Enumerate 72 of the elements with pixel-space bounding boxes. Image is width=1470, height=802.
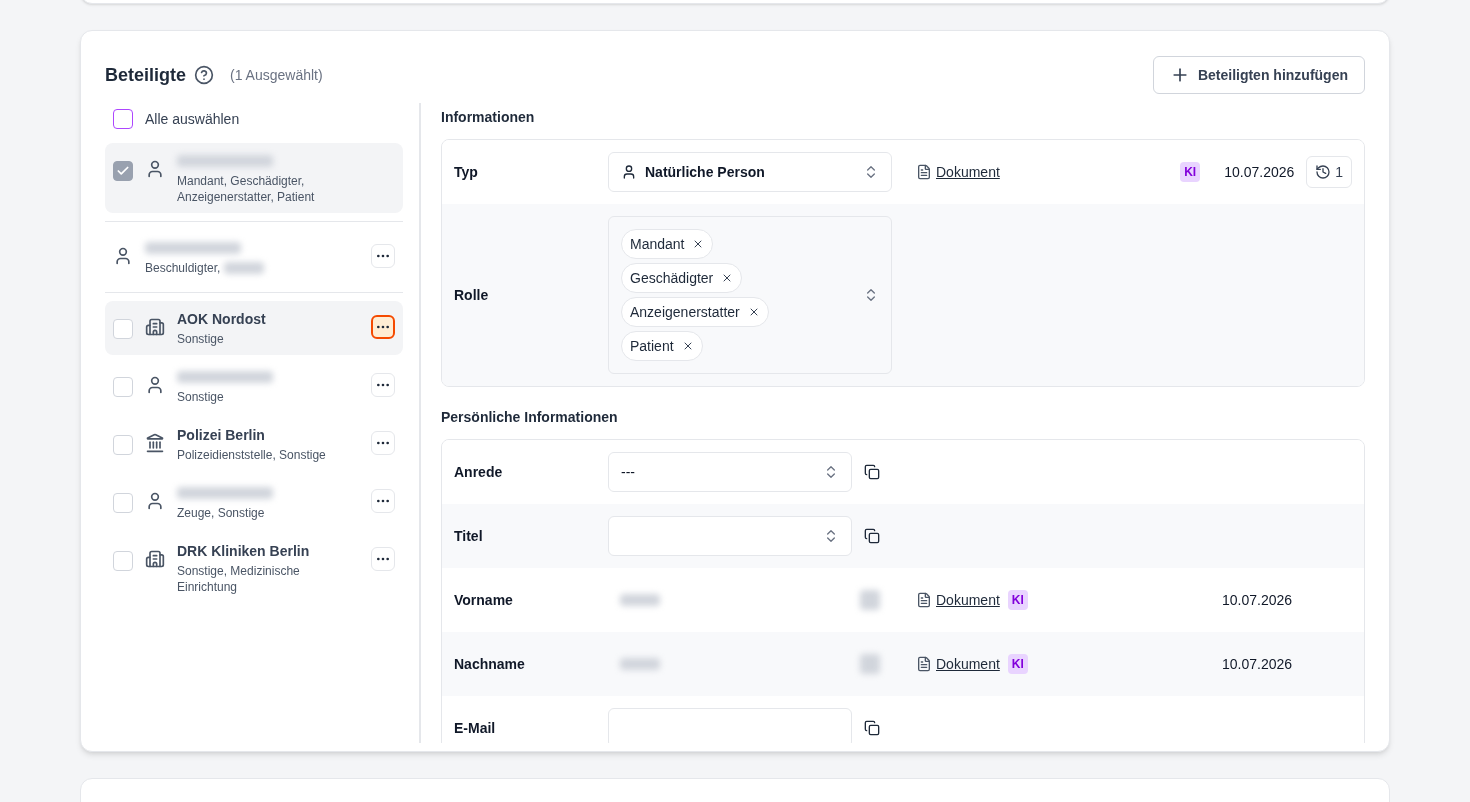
field-label: Anrede: [454, 463, 504, 482]
check-icon: [116, 164, 130, 178]
document-link[interactable]: Dokument: [916, 590, 1000, 610]
participant-roles: Sonstige: [177, 389, 224, 405]
more-button[interactable]: [371, 315, 395, 339]
row-checkbox[interactable]: [113, 493, 133, 513]
select-all-label: Alle auswählen: [145, 110, 240, 129]
row-checkbox[interactable]: [113, 435, 133, 455]
document-link[interactable]: Dokument: [916, 162, 1000, 182]
help-icon[interactable]: [194, 65, 215, 85]
participant-item[interactable]: Mandant, Geschädigter, Anzeigenerstatter, Patient: [105, 143, 403, 213]
participant-roles: Sonstige: [177, 331, 224, 347]
select-field[interactable]: Natürliche Person: [608, 152, 892, 192]
tags-field[interactable]: Mandant Geschädigter Anzeigenerstatter Patient: [608, 216, 892, 374]
copy-icon[interactable]: [864, 464, 880, 480]
role-tag[interactable]: Geschädigter: [621, 263, 743, 293]
role-tag[interactable]: Mandant: [621, 229, 714, 259]
input-field[interactable]: [608, 708, 852, 743]
field-label: Vorname: [454, 591, 514, 610]
add-participant-button[interactable]: Beteiligten hinzufügen: [1152, 56, 1365, 94]
date-text: 10.07.2026: [1224, 163, 1295, 182]
copy-icon[interactable]: [864, 528, 880, 544]
redacted-value: [620, 658, 660, 670]
document-icon: [916, 656, 932, 672]
history-icon: [1315, 164, 1332, 180]
field-label: E-Mail: [454, 719, 497, 738]
select-all-checkbox[interactable]: [113, 109, 133, 129]
section-title: Informationen: [441, 108, 536, 127]
card-title: Beteiligte: [105, 64, 187, 87]
participant-name: Polizei Berlin: [177, 426, 266, 445]
participant-roles: Beschuldigter,: [145, 260, 221, 276]
date-text: 10.07.2026: [1222, 591, 1292, 610]
person-icon: [145, 491, 165, 511]
redacted-icon: [860, 654, 880, 674]
participant-item[interactable]: AOK Nordost Sonstige: [105, 301, 403, 355]
copy-icon[interactable]: [864, 720, 880, 736]
person-icon: [145, 375, 165, 395]
document-icon: [916, 592, 932, 608]
row-checkbox[interactable]: [113, 377, 133, 397]
row-checkbox[interactable]: [113, 161, 133, 181]
person-icon: [145, 159, 165, 179]
document-link[interactable]: Dokument: [916, 654, 1000, 674]
history-button[interactable]: 1: [1306, 156, 1352, 188]
person-icon: [113, 246, 133, 266]
building-icon: [145, 549, 165, 569]
role-tag[interactable]: Patient: [621, 331, 703, 361]
section-title: Persönliche Informationen: [441, 408, 619, 427]
participant-name: AOK Nordost: [177, 310, 267, 329]
select-field[interactable]: ---: [608, 452, 852, 492]
participant-roles: Polizeidienststelle, Sonstige: [177, 447, 326, 463]
ai-badge: KI: [1007, 590, 1028, 610]
participant-roles: Sonstige, Medizinische Einrichtung: [177, 563, 301, 595]
ai-badge: KI: [1007, 654, 1028, 674]
selection-count: (1 Ausgewählt): [230, 66, 323, 85]
participant-roles: Mandant, Geschädigter, Anzeigenerstatter, Patient: [177, 173, 316, 205]
redacted-value: [620, 594, 660, 606]
participant-name: DRK Kliniken Berlin: [177, 542, 311, 561]
role-tag[interactable]: Anzeigenerstatter: [621, 297, 769, 327]
row-checkbox[interactable]: [113, 319, 133, 339]
field-label: Nachname: [454, 655, 526, 674]
institution-icon: [145, 433, 165, 453]
document-icon: [916, 164, 932, 180]
redacted-icon: [860, 590, 880, 610]
row-checkbox[interactable]: [113, 551, 133, 571]
building-icon: [145, 317, 165, 337]
date-text: 10.07.2026: [1222, 655, 1292, 674]
select-field[interactable]: [608, 516, 852, 556]
participant-roles: Zeuge, Sonstige: [177, 505, 265, 521]
field-label: Typ: [454, 163, 479, 182]
field-label: Rolle: [454, 286, 490, 305]
field-label: Titel: [454, 527, 484, 546]
ai-badge: KI: [1180, 162, 1201, 182]
